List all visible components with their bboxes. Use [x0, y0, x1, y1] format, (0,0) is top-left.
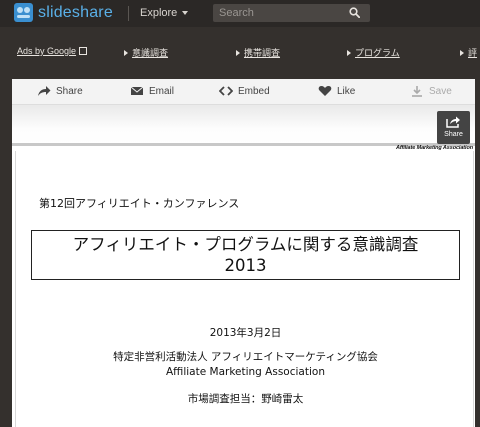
- ad-link[interactable]: 評: [460, 46, 477, 59]
- slideshare-logo[interactable]: slideshare: [14, 3, 113, 22]
- envelope-icon: [130, 86, 144, 95]
- explore-label: Explore: [140, 7, 178, 19]
- search-input[interactable]: [213, 4, 343, 22]
- ad-link-label: 評: [468, 48, 478, 58]
- ad-link-label: 携帯調査: [244, 48, 281, 58]
- slideshare-logo-icon: [14, 3, 33, 22]
- share-overlay-label: Share: [444, 131, 463, 138]
- slide-content: 第12回アフィリエイト・カンファレンス アフィリエイト・プログラムに関する意識調…: [15, 151, 474, 427]
- organization: 特定非営利活動法人 アフィリエイトマーケティング協会 Affiliate Mar…: [16, 350, 475, 380]
- top-nav-bar: slideshare Explore: [0, 0, 480, 27]
- ad-link-label: 意識調査: [132, 48, 169, 58]
- heart-icon: [318, 86, 332, 96]
- slide-player: Share Email Embed Like Save Share Affili…: [12, 79, 475, 427]
- logo-text: slideshare: [38, 3, 113, 21]
- embed-action[interactable]: Embed: [219, 85, 270, 97]
- ads-bar: Ads by Google 意識調査 携帯調査 プログラム 評: [0, 27, 480, 79]
- play-arrow-icon: [460, 49, 464, 56]
- share-overlay-button[interactable]: Share: [437, 111, 470, 144]
- ad-link-label: プログラム: [355, 48, 400, 58]
- embed-label: Embed: [238, 85, 270, 97]
- player-toolbar: Share Email Embed Like Save: [12, 79, 475, 105]
- slide-date: 2013年3月2日: [209, 327, 282, 339]
- email-label: Email: [149, 85, 175, 97]
- ads-by-google-link[interactable]: Ads by Google: [17, 46, 88, 56]
- ad-link[interactable]: 意識調査: [124, 46, 168, 59]
- share-action[interactable]: Share: [37, 85, 83, 97]
- organization-name-ja: 特定非営利活動法人 アフィリエイトマーケティング協会: [113, 351, 378, 363]
- save-label: Save: [429, 85, 452, 97]
- slide-header-gradient: [12, 105, 475, 145]
- play-arrow-icon: [236, 49, 240, 56]
- nav-divider: [128, 6, 129, 21]
- slide-title: アフィリエイト・プログラムに関する意識調査: [72, 235, 419, 254]
- share-arrow-icon: [38, 86, 51, 96]
- conference-name: 第12回アフィリエイト・カンファレンス: [39, 197, 240, 210]
- play-arrow-icon: [347, 49, 351, 56]
- share-box-icon: [446, 116, 460, 128]
- download-icon: [412, 86, 422, 97]
- responsible-person: 市場調査担当：野崎雷太: [187, 393, 304, 405]
- search-icon[interactable]: [349, 7, 360, 18]
- like-label: Like: [337, 85, 356, 97]
- slide-title-year: 2013: [224, 256, 267, 275]
- organization-name-en: Affiliate Marketing Association: [166, 366, 325, 378]
- ad-link[interactable]: プログラム: [347, 46, 400, 59]
- explore-menu[interactable]: Explore: [140, 7, 189, 19]
- chevron-down-icon: [182, 11, 189, 15]
- slide-title-box: アフィリエイト・プログラムに関する意識調査 2013: [31, 230, 460, 280]
- search-box: [213, 4, 370, 22]
- external-link-icon: [79, 47, 88, 55]
- share-label: Share: [56, 85, 83, 97]
- ad-link[interactable]: 携帯調査: [236, 46, 280, 59]
- like-action[interactable]: Like: [318, 85, 355, 97]
- play-arrow-icon: [124, 49, 128, 56]
- email-action[interactable]: Email: [130, 85, 174, 97]
- ads-by-google-label: Ads by Google: [17, 46, 77, 56]
- save-action[interactable]: Save: [410, 85, 452, 97]
- code-brackets-icon: [219, 86, 233, 96]
